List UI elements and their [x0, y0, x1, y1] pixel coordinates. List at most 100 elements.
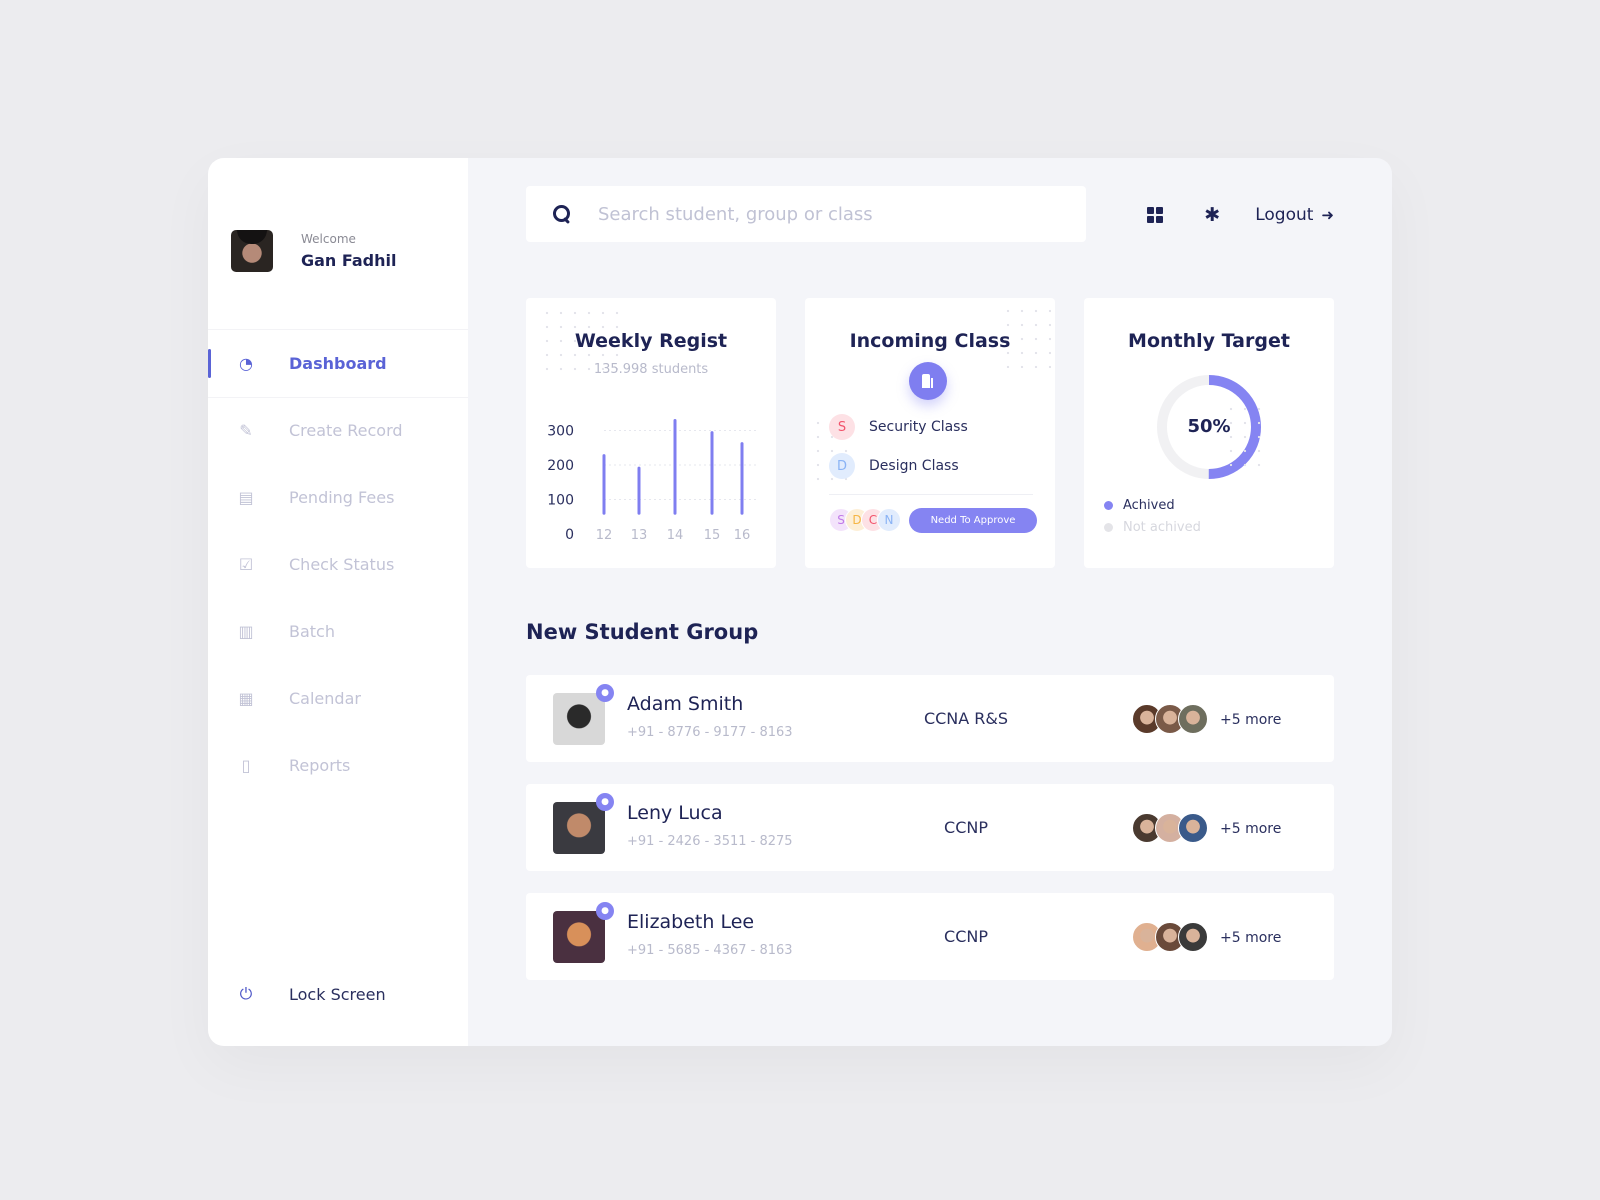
check-square-icon: ☑: [238, 555, 254, 574]
student-avatar: [553, 693, 605, 745]
top-actions: ✱ Logout ➜: [1115, 204, 1334, 226]
class-initial-badge: N: [877, 508, 901, 532]
sidebar-nav: ◔ Dashboard ✎ Create Record ▤ Pending Fees…: [208, 330, 468, 799]
sidebar-item-dashboard[interactable]: ◔ Dashboard: [208, 330, 468, 397]
app-window: Welcome Gan Fadhil ◔ Dashboard ✎ Create R…: [208, 158, 1392, 1046]
class-item[interactable]: D Design Class: [829, 453, 959, 479]
search-input[interactable]: [598, 203, 1038, 225]
legend-label: Not achived: [1123, 520, 1201, 535]
sign-out-icon: ➜: [1321, 206, 1334, 224]
legend-dot: [1104, 501, 1113, 510]
y-tick-label: 300: [547, 424, 574, 440]
course-name: CCNP: [944, 927, 988, 946]
member-avatar-stack: [1132, 704, 1208, 734]
weekly-regist-card: Weekly Regist 135.998 students 0 100 200 30…: [526, 298, 776, 568]
class-initial-badge: S: [829, 414, 855, 440]
member-avatar: [1178, 922, 1208, 952]
section-title: New Student Group: [526, 620, 759, 644]
student-group-row[interactable]: ● Adam Smith +91 - 8776 - 9177 - 8163 CC…: [526, 675, 1334, 762]
grid-icon: [1147, 207, 1164, 223]
sidebar-item-calendar[interactable]: ▦ Calendar: [208, 665, 468, 732]
card-title: Monthly Target: [1128, 330, 1290, 352]
student-group-row[interactable]: ● Leny Luca +91 - 2426 - 3511 - 8275 CCN…: [526, 784, 1334, 871]
user-name: Gan Fadhil: [301, 251, 397, 270]
credit-card-icon: ▤: [238, 488, 254, 507]
sidebar-item-reports[interactable]: ▯ Reports: [208, 732, 468, 799]
more-members-link[interactable]: +5 more: [1220, 930, 1281, 946]
edit-icon: ✎: [239, 421, 253, 440]
lock-screen-label: Lock Screen: [289, 984, 386, 1004]
student-avatar: [553, 802, 605, 854]
legend-dot: [1104, 523, 1113, 532]
y-tick-label: 0: [565, 527, 574, 543]
gear-icon[interactable]: ✱: [1201, 204, 1223, 226]
sidebar-item-pending-fees[interactable]: ▤ Pending Fees: [208, 464, 468, 531]
avatar: [231, 230, 273, 272]
y-tick-label: 100: [547, 493, 574, 509]
group-icon: ●: [596, 684, 614, 702]
member-avatar: [1178, 813, 1208, 843]
dashboard-icon: ◔: [239, 354, 253, 373]
welcome-text: Welcome: [301, 232, 356, 246]
group-icon: ●: [596, 902, 614, 920]
need-to-approve-button[interactable]: Nedd To Approve: [909, 508, 1037, 533]
student-group-list: ● Adam Smith +91 - 8776 - 9177 - 8163 CC…: [526, 675, 1334, 1002]
student-name: Adam Smith: [627, 693, 744, 715]
sidebar-item-label: Create Record: [289, 421, 403, 440]
divider: [829, 494, 1033, 495]
decor-dots: [1224, 402, 1270, 472]
x-tick-label: 12: [596, 528, 613, 543]
x-tick-label: 14: [667, 528, 684, 543]
door-icon: [922, 374, 934, 388]
search-bar: [526, 186, 1086, 242]
course-name: CCNA R&S: [923, 709, 1009, 728]
class-initial-badge: D: [829, 453, 855, 479]
sidebar: Welcome Gan Fadhil ◔ Dashboard ✎ Create R…: [208, 158, 468, 1046]
search-icon[interactable]: [552, 204, 572, 224]
x-tick-label: 13: [631, 528, 648, 543]
student-group-row[interactable]: ● Elizabeth Lee +91 - 5685 - 4367 - 8163…: [526, 893, 1334, 980]
student-name: Leny Luca: [627, 802, 723, 824]
file-icon: ▯: [241, 756, 251, 775]
class-door-button[interactable]: [909, 362, 947, 400]
course-name: CCNP: [944, 818, 988, 837]
class-name: Security Class: [869, 419, 968, 435]
main-content: ✱ Logout ➜ Weekly Regist 135.998 student…: [468, 158, 1392, 1046]
more-members-link[interactable]: +5 more: [1220, 712, 1281, 728]
user-profile: Welcome Gan Fadhil: [231, 230, 397, 272]
lock-screen-button[interactable]: ⏻ Lock Screen: [236, 984, 386, 1004]
sidebar-item-label: Check Status: [289, 555, 395, 574]
x-tick-label: 15: [704, 528, 721, 543]
card-title: Incoming Class: [849, 330, 1011, 352]
sidebar-item-batch[interactable]: ▥ Batch: [208, 598, 468, 665]
weekly-bar-chart: 0 100 200 300 12 13 14 15 16: [547, 418, 758, 543]
apps-grid-button[interactable]: [1147, 204, 1169, 226]
incoming-class-card: Incoming Class S Security Class D Design …: [805, 298, 1055, 568]
student-name: Elizabeth Lee: [627, 911, 755, 933]
sidebar-item-label: Dashboard: [289, 354, 387, 373]
sidebar-item-check-status[interactable]: ☑ Check Status: [208, 531, 468, 598]
sidebar-item-label: Calendar: [289, 689, 361, 708]
class-item[interactable]: S Security Class: [829, 414, 968, 440]
legend-item: Achived: [1104, 498, 1175, 513]
student-phone: +91 - 8776 - 9177 - 8163: [627, 725, 793, 740]
group-icon: ●: [596, 793, 614, 811]
legend-label: Achived: [1123, 498, 1175, 513]
y-tick-label: 200: [547, 458, 574, 474]
logout-button[interactable]: Logout ➜: [1255, 205, 1334, 225]
logout-label: Logout: [1255, 205, 1314, 225]
class-avatar-stack: SDCN: [829, 508, 901, 532]
member-avatar: [1178, 704, 1208, 734]
target-percent: 50%: [1187, 416, 1231, 437]
sidebar-item-label: Pending Fees: [289, 488, 395, 507]
member-avatar-stack: [1132, 813, 1208, 843]
legend-item: Not achived: [1104, 520, 1201, 535]
student-phone: +91 - 5685 - 4367 - 8163: [627, 943, 793, 958]
sidebar-item-label: Reports: [289, 756, 351, 775]
calendar-icon: ▦: [238, 689, 254, 708]
class-name: Design Class: [869, 458, 959, 474]
more-members-link[interactable]: +5 more: [1220, 821, 1281, 837]
sidebar-item-create-record[interactable]: ✎ Create Record: [208, 397, 468, 464]
student-phone: +91 - 2426 - 3511 - 8275: [627, 834, 793, 849]
member-avatar-stack: [1132, 922, 1208, 952]
